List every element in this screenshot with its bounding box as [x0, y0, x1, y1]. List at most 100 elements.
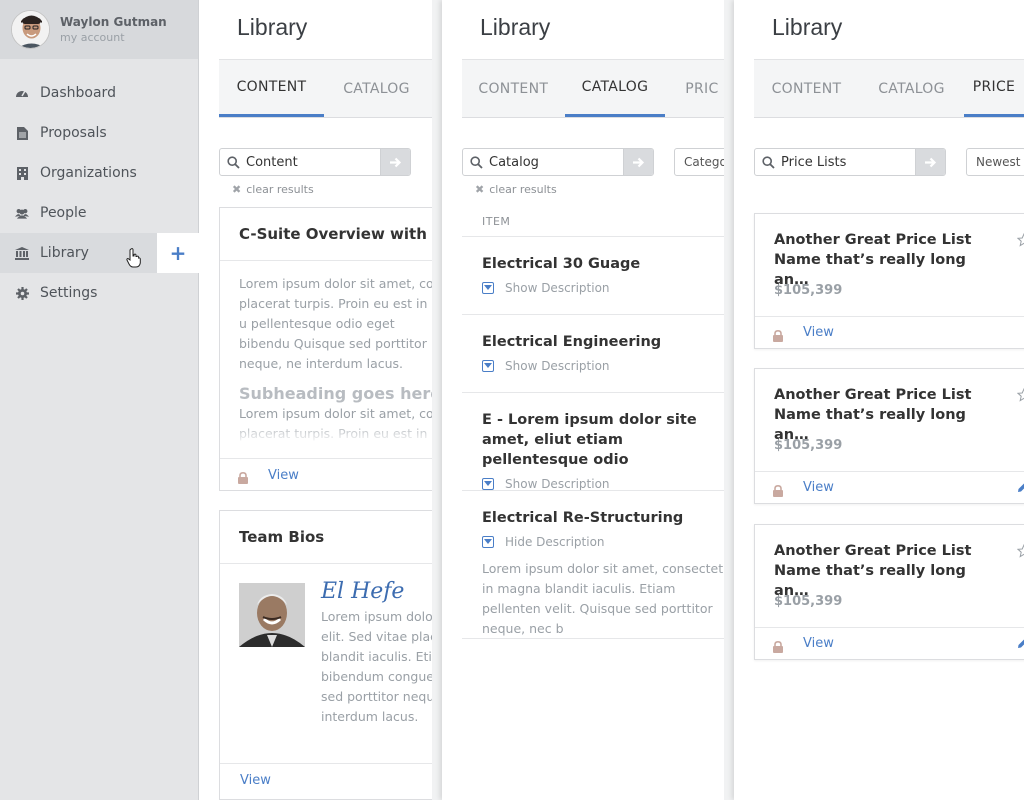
sidebar-item-label: People — [40, 205, 87, 221]
list-item[interactable]: E - Lorem ipsum dolor site amet, eliut e… — [462, 392, 724, 491]
chevron-up-icon — [482, 536, 494, 548]
sidebar-item-label: Settings — [40, 285, 98, 301]
search-icon — [755, 155, 781, 169]
dashboard-icon — [15, 86, 29, 100]
item-title: Electrical Re-Structuring — [482, 510, 684, 526]
clear-results-label: clear results — [246, 183, 314, 196]
toggle-label: Show Description — [505, 359, 610, 373]
sidebar-item-library[interactable]: Library + — [0, 233, 199, 273]
price-value: $105,399 — [774, 594, 843, 609]
item-title: E - Lorem ipsum dolor site amet, eliut e… — [482, 412, 697, 468]
tab-price[interactable]: PRICE — [964, 60, 1024, 117]
tab-content[interactable]: CONTENT — [754, 60, 859, 117]
view-link[interactable]: View — [268, 468, 299, 483]
star-icon[interactable] — [1016, 543, 1024, 562]
document-icon — [15, 126, 29, 140]
search-submit-button[interactable] — [623, 149, 653, 175]
search-icon — [463, 155, 489, 169]
show-description-toggle[interactable]: Show Description — [482, 281, 724, 295]
tab-content[interactable]: CONTENT — [462, 60, 565, 117]
chevron-down-icon — [482, 282, 494, 294]
price-list-card: Another Great Price List Name that’s rea… — [754, 368, 1024, 504]
bio-photo — [239, 583, 305, 647]
category-dropdown[interactable]: Catego — [674, 148, 724, 176]
search-icon — [220, 155, 246, 169]
sidebar-item-proposals[interactable]: Proposals — [0, 113, 198, 153]
tab-catalog[interactable]: CATALOG — [324, 60, 429, 117]
view-link[interactable]: View — [803, 325, 834, 340]
tab-content[interactable]: CONTENT — [219, 60, 324, 117]
hand-cursor-icon — [126, 248, 142, 272]
show-description-toggle[interactable]: Show Description — [482, 359, 724, 373]
list-item[interactable]: Electrical 30 Guage Show Description — [462, 236, 724, 315]
toggle-label: Hide Description — [505, 535, 605, 549]
account-sub[interactable]: my account — [60, 31, 167, 44]
column-header-item: ITEM — [482, 215, 511, 228]
clear-results-link[interactable]: ✖ clear results — [475, 183, 557, 196]
tab-catalog[interactable]: CATALOG — [859, 60, 964, 117]
tab-catalog[interactable]: CATALOG — [564, 60, 666, 117]
price-value: $105,399 — [774, 438, 843, 453]
view-link[interactable]: View — [803, 636, 834, 651]
card-body-2: Lorem ipsum dolor sit amet, co placerat … — [239, 406, 432, 441]
people-icon — [15, 206, 29, 220]
sidebar-item-dashboard[interactable]: Dashboard — [0, 73, 198, 113]
card-footer: View — [755, 316, 1024, 348]
card-footer: View — [220, 458, 432, 491]
search-value: Price Lists — [781, 154, 847, 170]
price-list-title[interactable]: Another Great Price List Name that’s rea… — [774, 385, 989, 445]
library-panel-content: Library CONTENT CATALOG Content ✖ clear … — [199, 0, 432, 800]
add-library-button[interactable]: + — [157, 233, 199, 273]
star-icon[interactable] — [1016, 387, 1024, 406]
panel-gap — [432, 0, 442, 800]
tab-bar: CONTENT CATALOG PRICE — [754, 60, 1024, 118]
search-submit-button[interactable] — [915, 149, 945, 175]
show-description-toggle[interactable]: Show Description — [482, 477, 724, 491]
price-list-card: Another Great Price List Name that’s rea… — [754, 524, 1024, 660]
search-input[interactable]: Catalog — [462, 148, 654, 176]
price-list-title[interactable]: Another Great Price List Name that’s rea… — [774, 541, 989, 601]
pencil-icon[interactable] — [1017, 634, 1024, 653]
card-title: Team Bios — [239, 528, 325, 546]
sort-dropdown[interactable]: Newest — [966, 148, 1024, 176]
list-item[interactable]: Electrical Engineering Show Description — [462, 314, 724, 393]
sidebar: Waylon Gutman my account Dashboard Propo… — [0, 0, 199, 800]
item-title: Electrical Engineering — [482, 334, 662, 350]
price-list-card: Another Great Price List Name that’s rea… — [754, 213, 1024, 349]
view-link[interactable]: View — [803, 480, 834, 495]
close-icon: ✖ — [232, 183, 242, 196]
card-footer: View — [220, 763, 432, 796]
view-link[interactable]: View — [240, 773, 271, 788]
pencil-icon[interactable] — [1017, 478, 1024, 497]
sidebar-item-label: Dashboard — [40, 85, 116, 101]
account-header[interactable]: Waylon Gutman my account — [0, 0, 198, 59]
search-input[interactable]: Price Lists — [754, 148, 946, 176]
sidebar-item-settings[interactable]: Settings — [0, 273, 198, 313]
card-subheading: Subheading goes here — [239, 384, 432, 403]
price-list-title[interactable]: Another Great Price List Name that’s rea… — [774, 230, 989, 290]
sidebar-item-organizations[interactable]: Organizations — [0, 153, 198, 193]
list-item[interactable]: Electrical Re-Structuring Hide Descripti… — [462, 490, 724, 639]
page-title: Library — [237, 14, 308, 40]
lock-icon — [773, 482, 783, 497]
search-input[interactable]: Content — [219, 148, 411, 176]
sidebar-item-label: Organizations — [40, 165, 137, 181]
toggle-label: Show Description — [505, 477, 610, 491]
hide-description-toggle[interactable]: Hide Description — [482, 535, 724, 549]
sidebar-item-people[interactable]: People — [0, 193, 198, 233]
library-panel-price: Library CONTENT CATALOG PRICE Price List… — [734, 0, 1024, 800]
tab-price[interactable]: PRIC — [665, 60, 724, 117]
lock-icon — [238, 469, 248, 484]
chevron-down-icon — [482, 478, 494, 490]
panel-gap — [724, 0, 734, 800]
library-panel-catalog: Library CONTENT CATALOG PRIC Catalog Cat… — [442, 0, 724, 800]
lock-icon — [773, 638, 783, 653]
card-title: C-Suite Overview with em — [239, 225, 432, 243]
close-icon: ✖ — [475, 183, 485, 196]
star-icon[interactable] — [1016, 232, 1024, 251]
search-submit-button[interactable] — [380, 149, 410, 175]
lock-icon — [773, 327, 783, 342]
clear-results-link[interactable]: ✖ clear results — [232, 183, 314, 196]
search-value: Content — [246, 154, 298, 170]
avatar[interactable] — [11, 10, 50, 49]
